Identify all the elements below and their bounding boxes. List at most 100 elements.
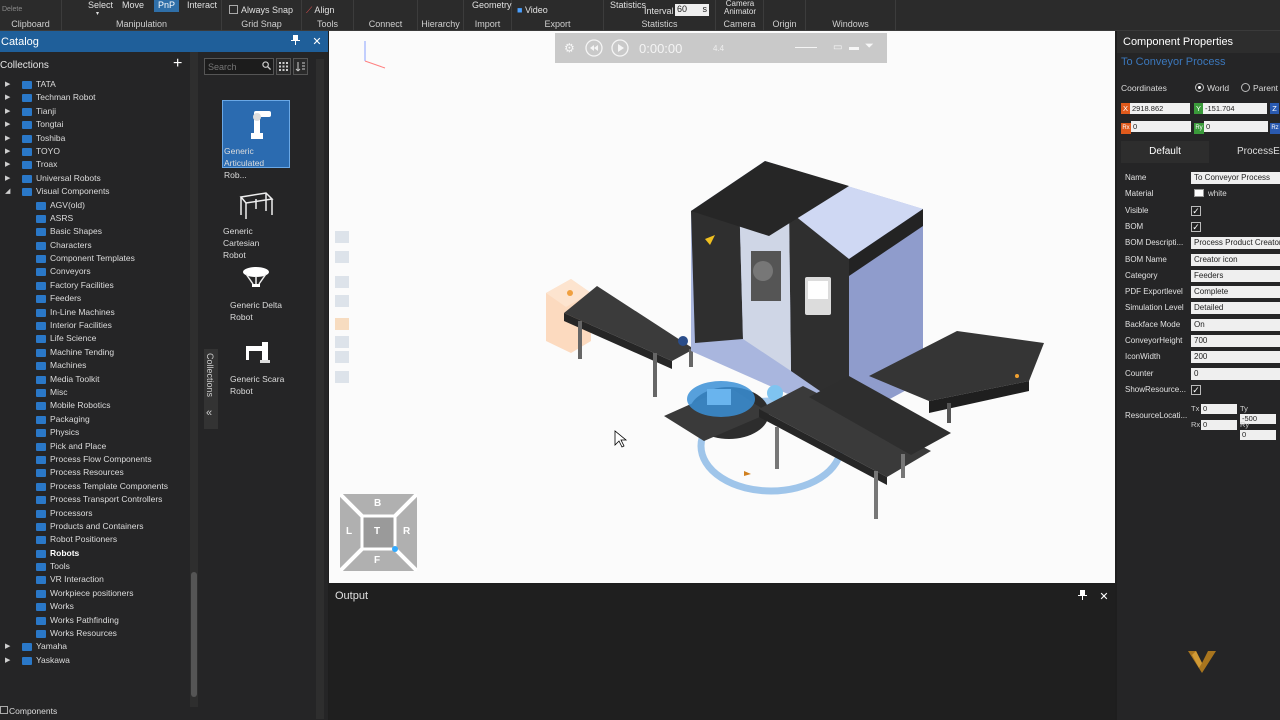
property-value-field[interactable]: Process Product Creator — [1191, 237, 1280, 250]
tree-item[interactable]: ▶ Tongtai — [0, 118, 190, 131]
rx-field[interactable]: Rx 0 — [1121, 121, 1191, 134]
tree-item[interactable]: ▶ Yaskawa — [0, 654, 190, 667]
tree-item[interactable]: ▶ Troax — [0, 158, 190, 171]
view-toolbar[interactable] — [335, 231, 349, 383]
navcube-top[interactable]: T — [374, 526, 380, 537]
search-input[interactable] — [205, 59, 260, 74]
expand-arrow-icon[interactable]: ▶ — [5, 105, 11, 118]
shading-icon[interactable] — [335, 371, 349, 383]
tree-item[interactable]: Works Resources — [0, 627, 190, 640]
property-value-field[interactable]: Feeders — [1191, 269, 1280, 282]
parent-radio[interactable]: Parent — [1241, 83, 1278, 93]
navigation-cube[interactable]: B L T R F — [338, 492, 419, 573]
add-collection-icon[interactable]: + — [173, 55, 182, 73]
tree-item[interactable]: Products and Containers — [0, 520, 190, 533]
tree-item[interactable]: AGV(old) — [0, 199, 190, 212]
scene-canvas[interactable] — [329, 31, 1115, 583]
tree-scrollbar[interactable] — [190, 52, 198, 707]
sort-button[interactable] — [293, 58, 308, 75]
record-icon[interactable]: ▭ — [833, 42, 842, 53]
y-value[interactable]: -151.704 — [1203, 103, 1267, 114]
tree-item[interactable]: Works Pathfinding — [0, 614, 190, 627]
collections-side-tab[interactable]: Collections « — [204, 349, 218, 429]
rx-resource-field[interactable]: Rx 0 — [1191, 420, 1237, 430]
expand-arrow-icon[interactable]: ▶ — [5, 172, 11, 185]
box-view-icon[interactable] — [335, 295, 349, 307]
interval-input[interactable]: 60 s — [675, 4, 709, 16]
ry-resource-value[interactable]: 0 — [1240, 430, 1276, 440]
tree-item[interactable]: ASRS — [0, 212, 190, 225]
tree-item[interactable]: ▶ Yamaha — [0, 640, 190, 653]
expand-arrow-icon[interactable]: ▶ — [5, 640, 11, 653]
pin-icon[interactable] — [284, 35, 306, 48]
property-value-field[interactable]: To Conveyor Process — [1191, 172, 1280, 184]
property-checkbox[interactable]: ✓ — [1191, 205, 1201, 216]
play-button[interactable] — [611, 39, 629, 60]
interact-button[interactable]: Interact — [187, 0, 217, 10]
tree-item[interactable]: Processors — [0, 507, 190, 520]
ry-value[interactable]: 0 — [1204, 121, 1268, 132]
tree-item[interactable]: Life Science — [0, 332, 190, 345]
tree-item[interactable]: Feeders — [0, 292, 190, 305]
x-field[interactable]: X 2918.862 — [1121, 103, 1190, 114]
navcube-front[interactable]: F — [374, 555, 380, 566]
navcube-right[interactable]: R — [403, 526, 410, 537]
tree-item[interactable]: Misc — [0, 386, 190, 399]
pin-icon[interactable] — [1071, 589, 1093, 603]
settings-gear-icon[interactable]: ⚙ — [564, 41, 575, 55]
fit-view-icon[interactable] — [335, 231, 349, 243]
tree-item[interactable]: Workpiece positioners — [0, 587, 190, 600]
property-value-field[interactable]: 0 — [1191, 367, 1280, 380]
tree-item[interactable]: Pick and Place — [0, 440, 190, 453]
chevron-down-icon[interactable]: ▾ — [96, 10, 99, 17]
geometry-button[interactable]: Geometry — [472, 0, 512, 10]
tree-item[interactable]: Machines — [0, 359, 190, 372]
grid-view-button[interactable] — [276, 58, 291, 75]
property-value-field[interactable]: Detailed — [1191, 302, 1280, 315]
tree-item[interactable]: Machine Tending — [0, 346, 190, 359]
tree-item[interactable]: Packaging — [0, 413, 190, 426]
collapse-arrow-icon[interactable]: ◢ — [5, 185, 11, 198]
tx-field[interactable]: Tx 0 — [1191, 404, 1237, 414]
catalog-item-generic-scara-robot[interactable]: Generic Scara Robot — [222, 329, 290, 397]
double-chevron-left-icon[interactable]: « — [206, 407, 212, 419]
pnp-button[interactable]: PnP — [154, 0, 180, 12]
catalog-item-generic-articulated-robot[interactable]: Generic Articulated Rob... — [222, 100, 290, 180]
property-checkbox[interactable]: ✓ — [1191, 384, 1201, 395]
tree-item[interactable]: Tools — [0, 560, 190, 573]
move-button[interactable]: Move — [122, 0, 144, 10]
property-value-field[interactable]: Creator icon — [1191, 253, 1280, 266]
tree-item[interactable]: Process Flow Components — [0, 453, 190, 466]
property-value-field[interactable]: 200 — [1191, 351, 1280, 364]
tree-item[interactable]: ▶ TOYO — [0, 145, 190, 158]
close-icon[interactable]: ✕ — [306, 35, 328, 48]
catalog-item-generic-delta-robot[interactable]: Generic Delta Robot — [222, 255, 290, 323]
z-field[interactable]: Z — [1270, 103, 1279, 114]
tree-item[interactable]: Works — [0, 600, 190, 613]
zoom-icon[interactable] — [335, 251, 349, 263]
tree-item[interactable]: ▶ Toshiba — [0, 132, 190, 145]
tree-item[interactable]: Characters — [0, 239, 190, 252]
tab-default[interactable]: Default — [1121, 141, 1209, 163]
scrollbar-thumb[interactable] — [191, 572, 197, 697]
tree-item[interactable]: Basic Shapes — [0, 225, 190, 238]
property-checkbox[interactable]: ✓ — [1191, 221, 1201, 232]
expand-arrow-icon[interactable]: ▶ — [5, 132, 11, 145]
tree-item[interactable]: Robot Positioners — [0, 533, 190, 546]
tree-item[interactable]: Process Template Components — [0, 480, 190, 493]
expand-arrow-icon[interactable]: ▶ — [5, 654, 11, 667]
tree-item[interactable]: ◢ Visual Components — [0, 185, 190, 198]
filter-icon[interactable]: ⏷ — [865, 40, 874, 53]
tree-item[interactable]: ▶ Universal Robots — [0, 172, 190, 185]
property-value-field[interactable]: white — [1191, 188, 1280, 200]
search-field[interactable] — [204, 58, 274, 75]
tree-item[interactable]: Process Resources — [0, 466, 190, 479]
close-icon[interactable]: ✕ — [1093, 590, 1115, 603]
tree-item[interactable]: Media Toolkit — [0, 373, 190, 386]
measure-icon[interactable] — [335, 336, 349, 348]
rx-resource-value[interactable]: 0 — [1201, 420, 1237, 430]
items-scrollbar[interactable] — [316, 59, 324, 719]
tree-item[interactable]: Mobile Robotics — [0, 399, 190, 412]
tree-item[interactable]: Conveyors — [0, 265, 190, 278]
navcube-back[interactable]: B — [374, 498, 381, 509]
